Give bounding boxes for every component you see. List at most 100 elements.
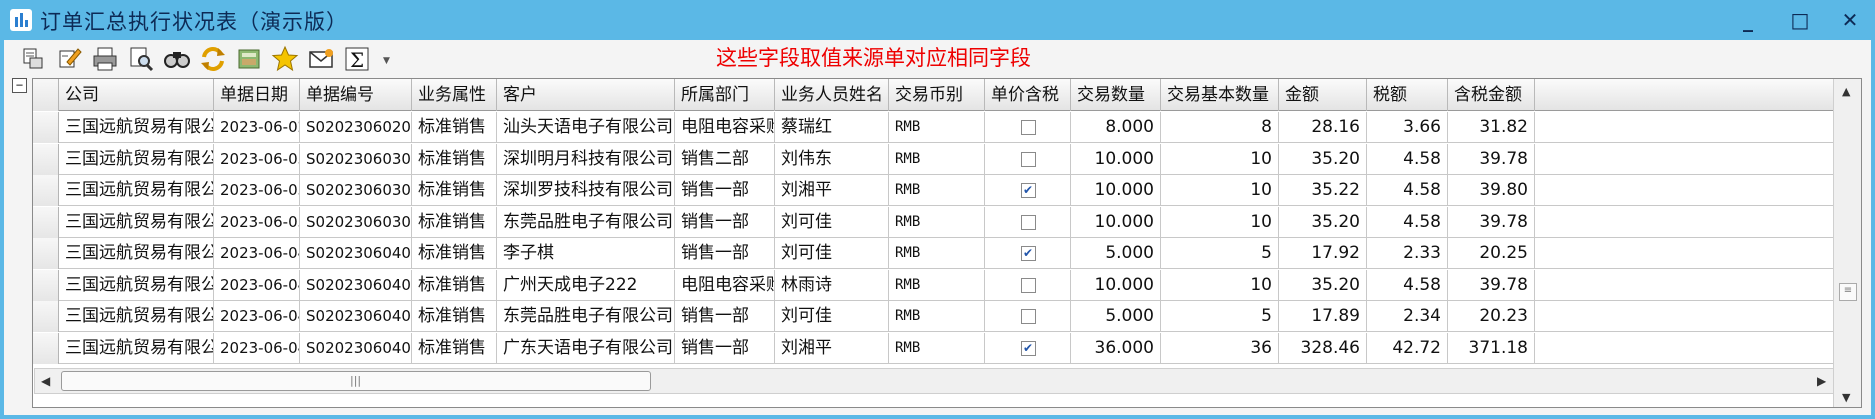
scroll-right-arrow-icon[interactable]: ▶ [1817, 374, 1826, 388]
row-selector[interactable] [33, 143, 59, 175]
scroll-grip-icon[interactable]: ≡ [1839, 283, 1857, 301]
row-selector[interactable] [33, 175, 59, 206]
cell-dept: 销售一部 [675, 332, 775, 364]
unchecked-checkbox[interactable] [1020, 277, 1036, 293]
table-row[interactable]: 三国远航贸易有限公司2023-06-04S0202306040001标准销售李子… [33, 238, 1833, 269]
column-header-company[interactable]: 公司 [59, 79, 214, 111]
cell-number: S0202306040003 [300, 301, 412, 332]
column-header-qty[interactable]: 交易数量 [1071, 79, 1161, 111]
cell-currency: RMB [889, 269, 985, 301]
cell-tax_incl [985, 143, 1071, 175]
unchecked-checkbox[interactable] [1020, 309, 1036, 324]
row-selector[interactable] [33, 301, 59, 332]
cell-sales: 刘可佳 [775, 301, 889, 332]
table-row[interactable]: 三国远航贸易有限公司2023-06-04S0202306040002标准销售广州… [33, 269, 1833, 301]
cell-base_qty: 10 [1161, 143, 1279, 175]
column-header-total[interactable]: 含税金额 [1448, 79, 1535, 111]
cell-tax: 2.33 [1367, 238, 1448, 269]
unchecked-checkbox[interactable] [1020, 214, 1036, 230]
scroll-up-arrow-icon[interactable]: ▲ [1842, 85, 1850, 98]
table-row[interactable]: 三国远航贸易有限公司2023-06-04S0202306040003标准销售东莞… [33, 301, 1833, 332]
cell-qty: 10.000 [1071, 269, 1161, 301]
checked-checkbox[interactable]: ✔ [1020, 340, 1036, 356]
minimize-button[interactable]: _ [1728, 6, 1768, 34]
row-selector[interactable] [33, 206, 59, 238]
cell-attr: 标准销售 [412, 332, 497, 364]
export-icon[interactable] [234, 44, 264, 74]
cell-qty: 36.000 [1071, 332, 1161, 364]
cell-tax_incl [985, 206, 1071, 238]
cell-attr: 标准销售 [412, 143, 497, 175]
unchecked-checkbox[interactable] [1020, 151, 1036, 167]
vertical-scrollbar[interactable]: ▲ ≡ ▼ [1833, 79, 1861, 407]
row-selector[interactable] [33, 112, 59, 143]
refresh-icon[interactable] [198, 44, 228, 74]
sum-dropdown-arrow-icon[interactable]: ▼ [383, 56, 390, 66]
column-header-number[interactable]: 单据编号 [300, 79, 412, 111]
column-header-sales[interactable]: 业务人员姓名 [775, 79, 889, 111]
column-header-customer[interactable]: 客户 [497, 79, 675, 111]
cell-date: 2023-06-03 [214, 143, 300, 175]
table-row[interactable]: 三国远航贸易有限公司2023-06-04S0202306040004标准销售广东… [33, 332, 1833, 364]
header-corner[interactable] [33, 79, 59, 111]
cell-currency: RMB [889, 206, 985, 238]
table-row[interactable]: 三国远航贸易有限公司2023-06-03S0202306030001标准销售深圳… [33, 143, 1833, 175]
title-bar[interactable]: 订单汇总执行状况表（演示版） _ □ ✕ [0, 0, 1875, 40]
print-setup-icon[interactable] [18, 44, 48, 74]
cell-qty: 10.000 [1071, 175, 1161, 206]
cell-tax_incl: ✔ [985, 175, 1071, 206]
cell-amount: 17.89 [1279, 301, 1367, 332]
column-header-tax[interactable]: 税额 [1367, 79, 1448, 111]
horizontal-scrollbar[interactable]: ◀ ||| ▶ [34, 368, 1834, 394]
cell-total: 39.80 [1448, 175, 1535, 206]
cell-dept: 电阻电容采购 [675, 269, 775, 301]
cell-tax: 4.58 [1367, 269, 1448, 301]
column-header-amount[interactable]: 金额 [1279, 79, 1367, 111]
preview-icon[interactable] [126, 44, 156, 74]
maximize-button[interactable]: □ [1780, 6, 1820, 34]
checked-checkbox[interactable]: ✔ [1020, 183, 1036, 198]
column-header-currency[interactable]: 交易币别 [889, 79, 985, 111]
cell-company: 三国远航贸易有限公司 [59, 143, 214, 175]
row-selector[interactable] [33, 332, 59, 364]
column-header-dept[interactable]: 所属部门 [675, 79, 775, 111]
scroll-down-arrow-icon[interactable]: ▼ [1842, 391, 1850, 404]
mail-icon[interactable] [306, 44, 336, 74]
cell-qty: 8.000 [1071, 112, 1161, 143]
cell-date: 2023-06-02 [214, 112, 300, 143]
cell-date: 2023-06-04 [214, 332, 300, 364]
sum-icon[interactable]: Σ [342, 44, 372, 74]
table-row[interactable]: 三国远航贸易有限公司2023-06-02S0202306020005标准销售汕头… [33, 112, 1833, 143]
column-header-base_qty[interactable]: 交易基本数量 [1161, 79, 1279, 111]
print-icon[interactable] [90, 44, 120, 74]
close-button[interactable]: ✕ [1830, 6, 1870, 34]
checked-checkbox[interactable]: ✔ [1020, 246, 1036, 261]
cell-customer: 东莞品胜电子有限公司 [497, 206, 675, 238]
cell-sales: 刘湘平 [775, 175, 889, 206]
scroll-left-arrow-icon[interactable]: ◀ [41, 374, 50, 388]
cell-number: S0202306030003 [300, 206, 412, 238]
cell-tax: 2.34 [1367, 301, 1448, 332]
column-header-tax_incl[interactable]: 单价含税 [985, 79, 1071, 111]
cell-base_qty: 10 [1161, 269, 1279, 301]
row-selector[interactable] [33, 269, 59, 301]
column-header-date[interactable]: 单据日期 [214, 79, 300, 111]
favorite-star-icon[interactable] [270, 44, 300, 74]
column-header-attr[interactable]: 业务属性 [412, 79, 497, 111]
table-row[interactable]: 三国远航贸易有限公司2023-06-03S0202306030002标准销售深圳… [33, 175, 1833, 206]
row-selector[interactable] [33, 238, 59, 269]
table-row[interactable]: 三国远航贸易有限公司2023-06-03S0202306030003标准销售东莞… [33, 206, 1833, 238]
unchecked-checkbox[interactable] [1020, 120, 1036, 135]
cell-attr: 标准销售 [412, 206, 497, 238]
cell-amount: 328.46 [1279, 332, 1367, 364]
cell-currency: RMB [889, 301, 985, 332]
cell-number: S0202306040001 [300, 238, 412, 269]
find-icon[interactable] [162, 44, 192, 74]
horizontal-scroll-thumb[interactable]: ||| [61, 371, 651, 391]
cell-tax: 42.72 [1367, 332, 1448, 364]
collapse-tree-toggle[interactable]: − [12, 78, 27, 93]
edit-print-icon[interactable] [54, 44, 84, 74]
cell-date: 2023-06-04 [214, 301, 300, 332]
cell-attr: 标准销售 [412, 238, 497, 269]
cell-dept: 销售一部 [675, 206, 775, 238]
